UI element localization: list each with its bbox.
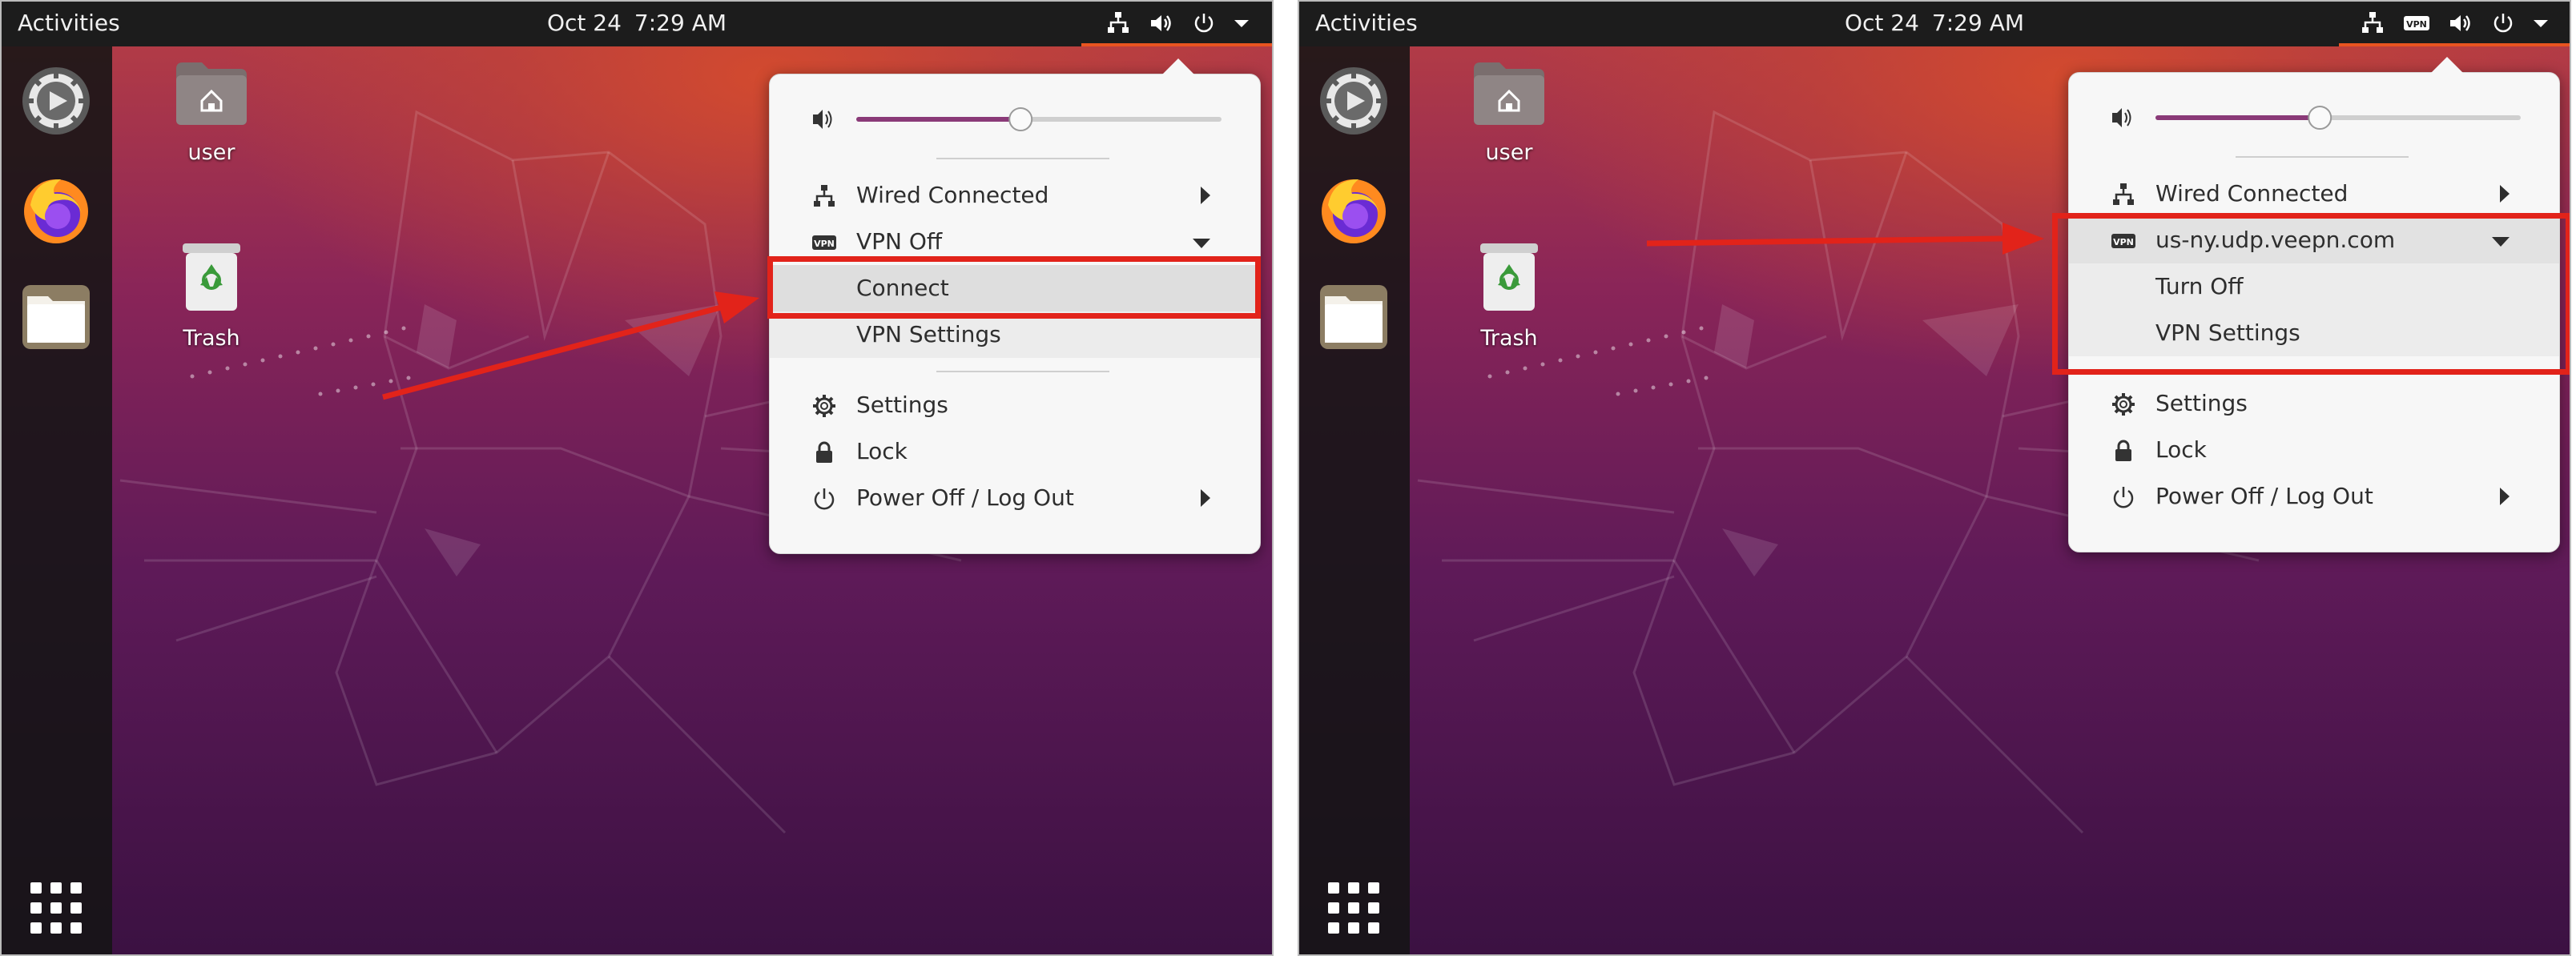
left-screenshot: Activities Oct 24 7:29 AM user Trash Wir… (0, 0, 1274, 956)
right-screenshot: Activities Oct 247:29 AM VPN user Trash (1298, 0, 2571, 956)
annotation-arrow (1646, 223, 2044, 255)
annotation-arrow (382, 291, 759, 400)
